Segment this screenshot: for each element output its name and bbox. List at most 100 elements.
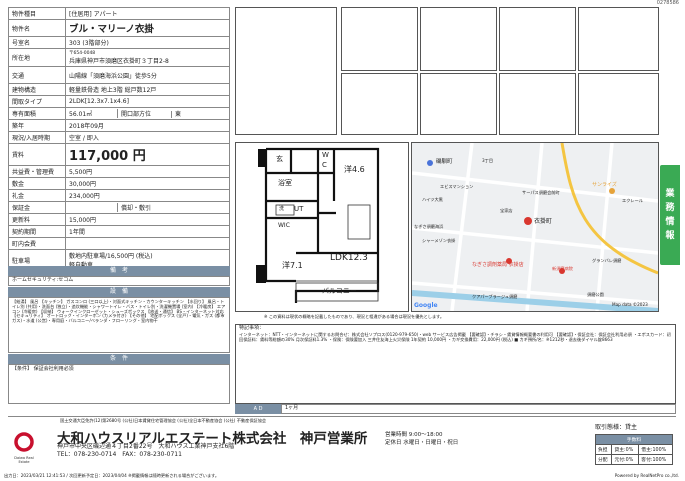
- room-western-71: 洋7.1: [282, 261, 303, 270]
- property-value-line: 敷地内駐車場/16,500円 (税込): [69, 253, 153, 260]
- room-balcony: バルコニー: [322, 287, 357, 295]
- property-key: 物件名: [8, 19, 66, 37]
- company-logo: Daiwa Real Estate: [10, 432, 38, 464]
- property-key: 契約期間: [8, 225, 66, 238]
- property-value: 117,000 円: [65, 143, 230, 166]
- property-value: 〒654-0048 兵庫県神戸市須磨区衣掛町３丁目2-8: [65, 48, 230, 67]
- property-key: 建物構造: [8, 83, 66, 96]
- logo-text: Daiwa Real Estate: [14, 456, 34, 464]
- room-bath: 浴室: [278, 179, 292, 187]
- property-value: 2018年09月: [65, 119, 230, 132]
- property-row: 更新料 15,000円: [8, 213, 230, 226]
- business-info-tab[interactable]: 業 務 情 報: [660, 165, 680, 265]
- photo-thumb[interactable]: [420, 73, 497, 135]
- notes-text: インターネット：NTT・インターネットに関するお問合せ：株式会社ソプロス(012…: [239, 331, 671, 342]
- property-key: 保証金: [8, 201, 66, 214]
- map-drawing: [412, 143, 658, 311]
- property-row: 賃料 117,000 円: [8, 143, 230, 166]
- property-key: 更新料: [8, 213, 66, 226]
- room-wic: WIC: [278, 222, 290, 229]
- main-photo[interactable]: [235, 7, 337, 135]
- fee-row-label: 負担: [594, 444, 613, 455]
- location-map[interactable]: 磯馴町 3丁目 エビスマンション ハイツ大黒 なぎさ須磨海浜 シャーメゾン衣掛 …: [411, 142, 659, 312]
- company-address: 神戸市中央区磯辺通４丁目2番22号 大和ハウス工業神戸支社6階: [57, 443, 235, 450]
- room-western-46: 洋4.6: [344, 165, 365, 174]
- property-value-part: 56.01㎡: [69, 111, 93, 118]
- transaction-type: 取引態様：貸主: [595, 424, 638, 431]
- ad-label: A D: [235, 404, 281, 414]
- map-label: 宝家店: [500, 208, 513, 213]
- map-label: クアパーブラージュ須磨: [472, 294, 518, 299]
- side-tab-char: 務: [665, 203, 675, 213]
- photo-thumb[interactable]: [499, 7, 576, 71]
- powered-by: Powered by RealNetPro co.,ltd.: [614, 473, 679, 478]
- joken-text: 【条件】 保証会社利用必須: [8, 364, 230, 404]
- property-value-mid: 償却・敷引: [117, 203, 171, 212]
- floor-plan[interactable]: 玄 W C 洋4.6 浴室 UT WIC 洋7.1 LDK12.3 バルコニー …: [235, 142, 409, 312]
- property-row: 建物構造 軽量鉄骨造 地上3階 総戸数12戸: [8, 83, 230, 96]
- property-value: 山陽線「須磨海浜公園」徒歩5分: [65, 66, 230, 84]
- map-label: サーパス須磨会前町: [522, 190, 560, 195]
- map-label: なぎさ調剤薬局 衣掛店: [472, 262, 524, 268]
- property-value: 償却・敷引: [65, 201, 230, 214]
- property-key: 所在地: [8, 48, 66, 67]
- property-row: 専有面積 56.01㎡ 開口部方位東: [8, 107, 230, 120]
- property-value: 5,500円: [65, 165, 230, 178]
- map-attribution: Map data ©2023: [612, 302, 648, 307]
- property-row: 物件名 ブル・マリーノ衣掛: [8, 19, 230, 37]
- property-key: 号室名: [8, 36, 66, 49]
- room-c: C: [322, 161, 327, 169]
- fee-row-value: 借主:100%: [638, 444, 673, 455]
- photo-thumb[interactable]: [578, 7, 659, 71]
- property-key: 交通: [8, 66, 66, 84]
- property-key: 現況/入居時期: [8, 131, 66, 144]
- page-id: 0278586: [656, 0, 679, 6]
- daiwa-logo-icon: [14, 432, 34, 452]
- room-genkan: 玄: [276, 155, 283, 163]
- property-value: 56.01㎡ 開口部方位東: [65, 107, 230, 120]
- property-value: [住居用] アパート: [65, 7, 230, 20]
- property-value: [65, 237, 230, 250]
- map-caption: ※ この資料は現状の概略を記載したものであり、現況と相違がある場合は現況を優先と…: [264, 314, 445, 319]
- property-key: 間取タイプ: [8, 95, 66, 108]
- property-row: 町内会費: [8, 237, 230, 250]
- property-key: 専有面積: [8, 107, 66, 120]
- property-key: 賃料: [8, 143, 66, 166]
- property-value-mid: 開口部方位: [117, 109, 171, 118]
- property-key: 礼金: [8, 189, 66, 202]
- photo-thumb[interactable]: [341, 73, 418, 135]
- photo-thumb[interactable]: [420, 7, 497, 71]
- photo-thumb[interactable]: [578, 73, 659, 135]
- map-label: 新須磨病院: [552, 266, 573, 271]
- property-value: ブル・マリーノ衣掛: [65, 19, 230, 37]
- map-label-target: 衣掛町: [534, 218, 553, 225]
- property-value: 2LDK[12.3x7.1x4.6]: [65, 95, 230, 108]
- photo-thumb[interactable]: [499, 73, 576, 135]
- biko-header: 備 考: [8, 266, 230, 276]
- side-tab-char: 情: [665, 217, 675, 227]
- property-value: 空室 / 即入: [65, 131, 230, 144]
- property-row: 現況/入居時期 空室 / 即入: [8, 131, 230, 144]
- fee-header: 手数料: [595, 434, 673, 445]
- property-row: 築年 2018年09月: [8, 119, 230, 132]
- property-value: 15,000円: [65, 213, 230, 226]
- output-info: 出力日：2023/03/21 12:41:53 / 次回更新予定日：2023/0…: [4, 473, 220, 478]
- property-row: 所在地 〒654-0048 兵庫県神戸市須磨区衣掛町３丁目2-8: [8, 48, 230, 67]
- property-value: 30,000円: [65, 177, 230, 190]
- fee-row-value: 貸主:0%: [611, 444, 640, 455]
- map-google-logo: Google: [414, 302, 438, 309]
- fee-row-value: 元付:0%: [611, 454, 640, 465]
- property-row: 共益費・管理費 5,500円: [8, 165, 230, 178]
- side-tab-char: 業: [665, 189, 675, 199]
- map-label: エビスマンション: [440, 184, 474, 189]
- property-value: 234,000円: [65, 189, 230, 202]
- fee-row-label: 分配: [594, 454, 613, 465]
- property-row: 間取タイプ 2LDK[12.3x7.1x4.6]: [8, 95, 230, 108]
- company-tel: TEL：078-230-0714 FAX：078-230-0711: [57, 451, 182, 458]
- license-text: 国土交通大臣免許(12)第2680号 (公社)日本賃貸住宅管理協会 (公社)全日…: [60, 418, 267, 423]
- biko-text: ホームセキュリティ:セコム: [8, 276, 230, 286]
- property-key: 町内会費: [8, 237, 66, 250]
- property-key: 共益費・管理費: [8, 165, 66, 178]
- holiday: 定休日 水曜日・日曜日・祝日: [385, 440, 459, 446]
- photo-thumb[interactable]: [341, 7, 418, 71]
